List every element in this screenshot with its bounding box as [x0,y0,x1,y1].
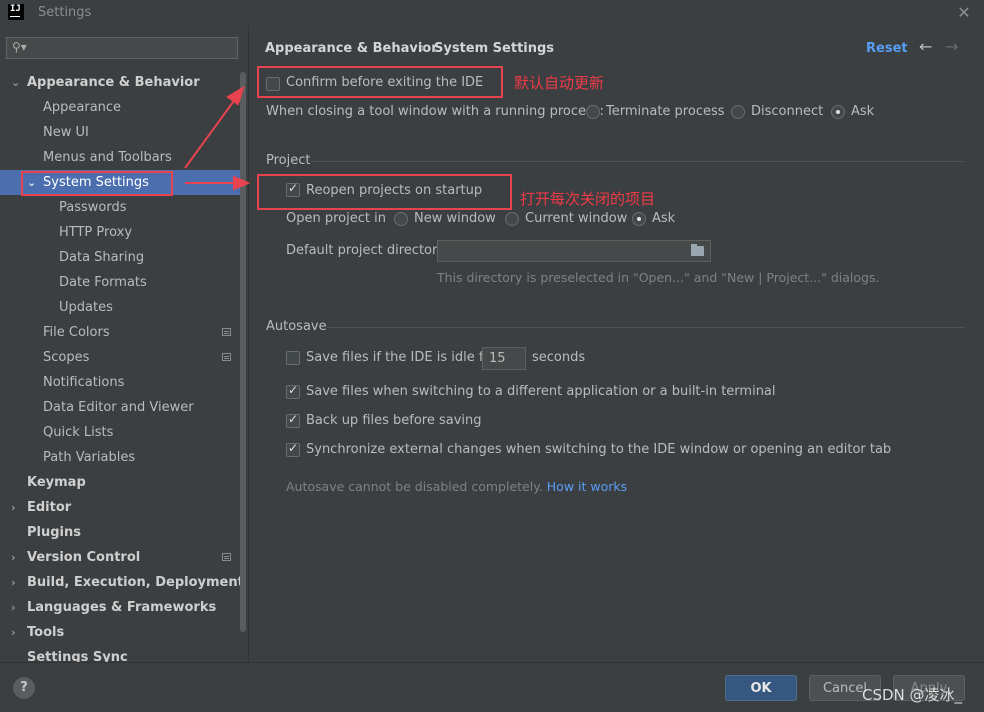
annotation-arrow-up [184,97,237,169]
annotation-arrowhead-up [226,85,245,106]
help-button[interactable]: ? [13,677,35,699]
annotation-arrows [184,85,251,191]
csdn-watermark: CSDN @凌冰_ [862,686,963,704]
ok-button[interactable]: OK [725,675,797,701]
dialog-footer: ? OK Cancel Apply CSDN @凌冰_ [0,662,984,712]
annotation-arrowhead-right [233,175,251,191]
